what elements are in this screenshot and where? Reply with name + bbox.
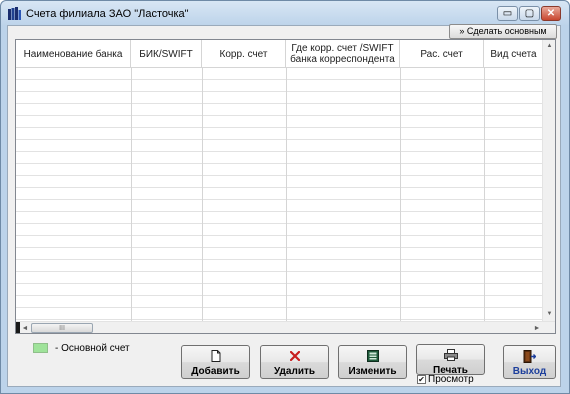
column-header-bik-swift[interactable]: БИК/SWIFT [131, 40, 202, 68]
red-x-icon [261, 349, 328, 363]
edit-button[interactable]: Изменить [338, 345, 407, 379]
table-row[interactable] [16, 248, 543, 260]
close-icon: ✕ [546, 7, 556, 19]
edit-button-label: Изменить [348, 366, 397, 377]
legend-label: - Основной счет [55, 343, 130, 354]
exit-button[interactable]: Выход [503, 345, 556, 379]
table-row[interactable] [16, 80, 543, 92]
table-row[interactable] [16, 284, 543, 296]
table-row[interactable] [16, 176, 543, 188]
checkmark-icon: ✔ [418, 374, 425, 384]
vertical-scrollbar[interactable]: ▲ ▼ [542, 40, 555, 321]
add-button-label: Добавить [191, 366, 240, 377]
table-row[interactable] [16, 236, 543, 248]
scroll-right-icon[interactable]: ► [531, 322, 543, 333]
table-row[interactable] [16, 152, 543, 164]
column-divider [484, 68, 485, 321]
table-row[interactable] [16, 104, 543, 116]
scroll-left-icon[interactable]: ◄ [19, 322, 31, 333]
make-main-button[interactable]: » Сделать основным [449, 24, 557, 39]
table-row[interactable] [16, 128, 543, 140]
table-row[interactable] [16, 260, 543, 272]
table-row[interactable] [16, 272, 543, 284]
column-header-settlement-account[interactable]: Рас. счет [400, 40, 484, 68]
edit-form-icon [339, 349, 406, 363]
column-header-corr-account[interactable]: Корр. счет [202, 40, 286, 68]
column-divider [400, 68, 401, 321]
main-account-color-swatch [33, 343, 48, 353]
column-divider [286, 68, 287, 321]
scroll-up-icon[interactable]: ▲ [543, 40, 555, 52]
title-bar[interactable]: Счета филиала ЗАО "Ласточка" ▭ ▢ ✕ [1, 1, 569, 26]
column-header-corr-bank[interactable]: Где корр. счет /SWIFT банка корреспонден… [286, 40, 400, 68]
table-row[interactable] [16, 68, 543, 80]
column-divider [202, 68, 203, 321]
table-row[interactable] [16, 188, 543, 200]
grid-body[interactable] [16, 68, 543, 321]
printer-icon [417, 348, 484, 362]
column-divider [131, 68, 132, 321]
table-row[interactable] [16, 164, 543, 176]
accounts-grid[interactable]: Наименование банка БИК/SWIFT Корр. счет … [15, 39, 556, 334]
scroll-down-icon[interactable]: ▼ [543, 308, 555, 320]
horizontal-scrollbar[interactable]: ◄ III ► [16, 321, 555, 333]
exit-door-icon [504, 349, 555, 363]
new-document-icon [182, 349, 249, 363]
preview-checkbox-label: Просмотр [428, 374, 474, 385]
row-indicator [16, 322, 20, 333]
column-header-bank-name[interactable]: Наименование банка [16, 40, 131, 68]
column-header-account-type[interactable]: Вид счета [484, 40, 543, 68]
table-row[interactable] [16, 200, 543, 212]
table-row[interactable] [16, 212, 543, 224]
table-row[interactable] [16, 140, 543, 152]
delete-button[interactable]: Удалить [260, 345, 329, 379]
close-button[interactable]: ✕ [541, 6, 561, 21]
preview-checkbox[interactable]: ✔ [417, 375, 426, 384]
maximize-icon: ▢ [524, 7, 535, 19]
print-button[interactable]: Печать [416, 344, 485, 376]
table-row[interactable] [16, 296, 543, 308]
table-row[interactable] [16, 224, 543, 236]
table-row[interactable] [16, 116, 543, 128]
add-button[interactable]: Добавить [181, 345, 250, 379]
grip-icon: III [59, 324, 65, 332]
delete-button-label: Удалить [273, 366, 316, 377]
exit-button-label: Выход [512, 366, 547, 377]
minimize-button[interactable]: ▭ [497, 6, 518, 21]
app-books-icon [8, 7, 21, 20]
horizontal-scroll-thumb[interactable]: III [31, 323, 93, 333]
minimize-icon: ▭ [502, 7, 513, 19]
table-row[interactable] [16, 92, 543, 104]
maximize-button[interactable]: ▢ [519, 6, 540, 21]
grid-header: Наименование банка БИК/SWIFT Корр. счет … [16, 40, 555, 68]
table-row[interactable] [16, 308, 543, 320]
window-title: Счета филиала ЗАО "Ласточка" [26, 8, 189, 20]
